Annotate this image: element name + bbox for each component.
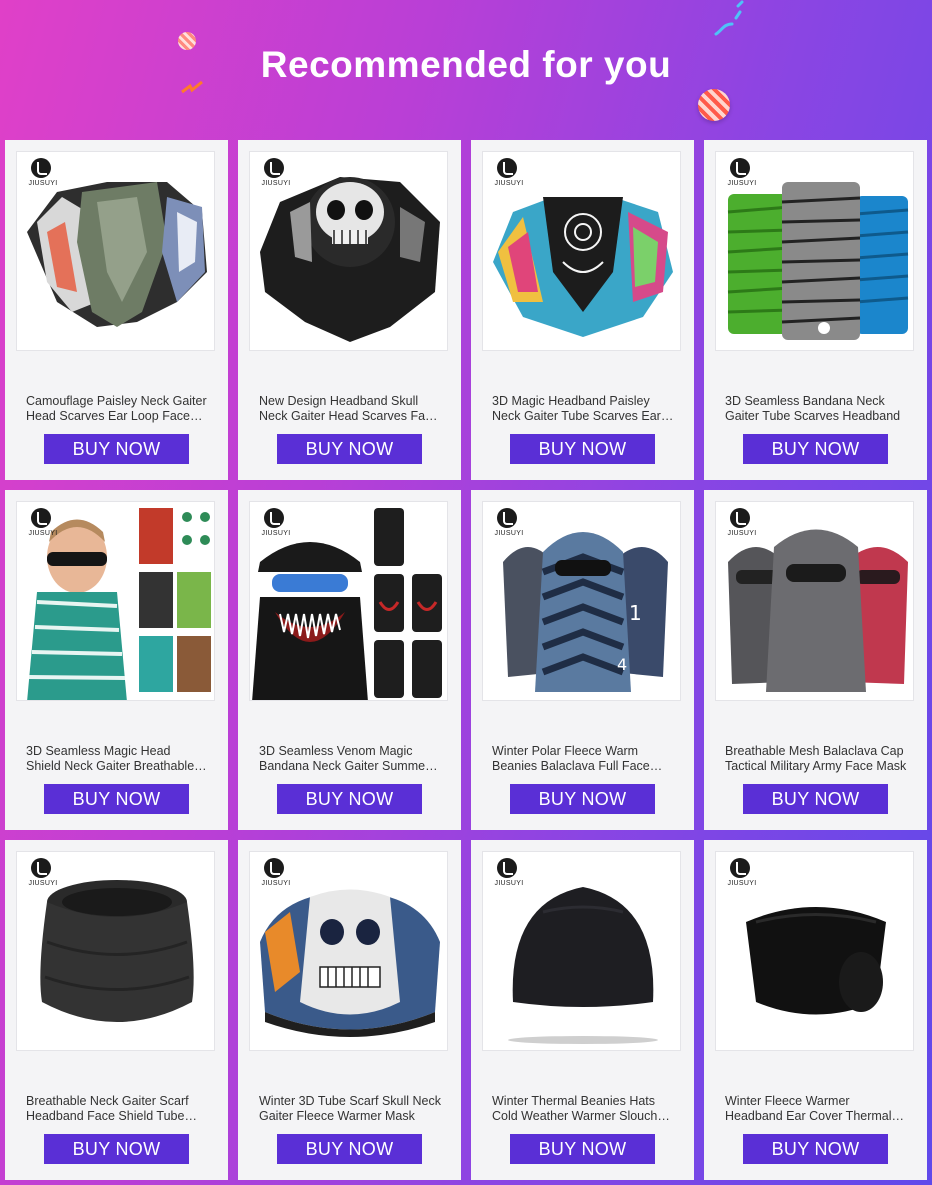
brand-logo: JIUSUYI <box>722 508 758 538</box>
brand-mark-icon <box>31 158 51 178</box>
brand-logo: JIUSUYI <box>722 158 758 188</box>
brand-logo: JIUSUYI <box>23 508 59 538</box>
buy-now-button[interactable]: BUY NOW <box>743 434 888 464</box>
decorative-ball-icon <box>698 89 730 121</box>
brand-logo: JIUSUYI <box>256 508 292 538</box>
product-name[interactable]: 3D Seamless Venom Magic Bandana Neck Gai… <box>259 744 441 774</box>
product-image[interactable]: JIUSUYI <box>482 151 681 351</box>
product-image[interactable]: JIUSUYI <box>249 151 448 351</box>
brand-name: JIUSUYI <box>261 180 291 187</box>
product-name[interactable]: Winter Thermal Beanies Hats Cold Weather… <box>492 1094 674 1124</box>
brand-mark-icon <box>264 508 284 528</box>
brand-mark-icon <box>730 158 750 178</box>
product-name[interactable]: Winter Polar Fleece Warm Beanies Balacla… <box>492 744 674 774</box>
brand-mark-icon <box>264 158 284 178</box>
brand-logo: JIUSUYI <box>256 858 292 888</box>
brand-mark-icon <box>264 858 284 878</box>
product-card[interactable]: JIUSUYI Winter 3D Tube Scarf Skull Neck G… <box>238 840 461 1180</box>
product-image[interactable]: JIUSUYI <box>249 501 448 701</box>
brand-name: JIUSUYI <box>494 880 524 887</box>
product-name[interactable]: 3D Magic Headband Paisley Neck Gaiter Tu… <box>492 394 674 424</box>
buy-now-button[interactable]: BUY NOW <box>277 1134 422 1164</box>
buy-now-button[interactable]: BUY NOW <box>743 784 888 814</box>
product-card[interactable]: JIUSUYI New Design Headband Skull Neck Ga… <box>238 140 461 480</box>
brand-name: JIUSUYI <box>28 180 58 187</box>
brand-name: JIUSUYI <box>727 180 757 187</box>
product-name[interactable]: 3D Seamless Bandana Neck Gaiter Tube Sca… <box>725 394 907 424</box>
product-image[interactable]: JIUSUYI <box>16 151 215 351</box>
product-name[interactable]: Breathable Neck Gaiter Scarf Headband Fa… <box>26 1094 208 1124</box>
brand-logo: JIUSUYI <box>489 508 525 538</box>
streamer-icon <box>714 0 744 36</box>
buy-now-button[interactable]: BUY NOW <box>510 784 655 814</box>
product-image[interactable]: JIUSUYI <box>482 851 681 1051</box>
product-card[interactable]: JIUSUYI 3D Seamless Magic Head Shield Nec… <box>5 490 228 830</box>
product-name[interactable]: Breathable Mesh Balaclava Cap Tactical M… <box>725 744 907 774</box>
product-image[interactable]: JIUSUYI <box>715 501 914 701</box>
product-name[interactable]: Camouflage Paisley Neck Gaiter Head Scar… <box>26 394 208 424</box>
product-image[interactable]: JIUSUYI <box>16 851 215 1051</box>
buy-now-button[interactable]: BUY NOW <box>44 434 189 464</box>
svg-text:4: 4 <box>617 655 627 674</box>
product-card[interactable]: JIUSUYI 3D Seamless Bandana Neck Gaiter T… <box>704 140 927 480</box>
product-name[interactable]: New Design Headband Skull Neck Gaiter He… <box>259 394 441 424</box>
buy-now-button[interactable]: BUY NOW <box>44 1134 189 1164</box>
product-card[interactable]: JIUSUYI Breathable Mesh Balaclava Cap Tac… <box>704 490 927 830</box>
brand-mark-icon <box>730 508 750 528</box>
buy-now-button[interactable]: BUY NOW <box>44 784 189 814</box>
product-card[interactable]: 1 4 JIUSUYI Winter Polar Fleece Warm Beani… <box>471 490 694 830</box>
brand-logo: JIUSUYI <box>722 858 758 888</box>
product-image[interactable]: JIUSUYI <box>249 851 448 1051</box>
product-card[interactable]: JIUSUYI 3D Magic Headband Paisley Neck Ga… <box>471 140 694 480</box>
brand-logo: JIUSUYI <box>489 158 525 188</box>
product-name[interactable]: 3D Seamless Magic Head Shield Neck Gaite… <box>26 744 208 774</box>
brand-mark-icon <box>31 508 51 528</box>
brand-logo: JIUSUYI <box>256 158 292 188</box>
svg-text:1: 1 <box>629 601 642 625</box>
brand-name: JIUSUYI <box>494 530 524 537</box>
product-name[interactable]: Winter 3D Tube Scarf Skull Neck Gaiter F… <box>259 1094 441 1124</box>
product-card[interactable]: JIUSUYI 3D Seamless Venom Magic Bandana N… <box>238 490 461 830</box>
brand-mark-icon <box>31 858 51 878</box>
buy-now-button[interactable]: BUY NOW <box>277 784 422 814</box>
product-image[interactable]: JIUSUYI <box>16 501 215 701</box>
buy-now-button[interactable]: BUY NOW <box>510 434 655 464</box>
product-name[interactable]: Winter Fleece Warmer Headband Ear Cover … <box>725 1094 907 1124</box>
brand-mark-icon <box>497 858 517 878</box>
brand-name: JIUSUYI <box>727 530 757 537</box>
brand-name: JIUSUYI <box>727 880 757 887</box>
page-header: Recommended for you <box>0 0 932 140</box>
brand-name: JIUSUYI <box>28 880 58 887</box>
buy-now-button[interactable]: BUY NOW <box>510 1134 655 1164</box>
brand-name: JIUSUYI <box>494 180 524 187</box>
product-card[interactable]: JIUSUYI Breathable Neck Gaiter Scarf Head… <box>5 840 228 1180</box>
page-title: Recommended for you <box>260 44 672 85</box>
brand-name: JIUSUYI <box>261 880 291 887</box>
brand-mark-icon <box>730 858 750 878</box>
brand-logo: JIUSUYI <box>23 858 59 888</box>
brand-logo: JIUSUYI <box>489 858 525 888</box>
brand-name: JIUSUYI <box>261 530 291 537</box>
product-image[interactable]: JIUSUYI <box>715 851 914 1051</box>
product-card[interactable]: JIUSUYI Winter Thermal Beanies Hats Cold … <box>471 840 694 1180</box>
product-card[interactable]: JIUSUYI Camouflage Paisley Neck Gaiter He… <box>5 140 228 480</box>
product-grid: JIUSUYI Camouflage Paisley Neck Gaiter He… <box>5 140 927 1185</box>
buy-now-button[interactable]: BUY NOW <box>277 434 422 464</box>
product-card[interactable]: JIUSUYI Winter Fleece Warmer Headband Ear… <box>704 840 927 1180</box>
product-image[interactable]: 1 4 JIUSUYI <box>482 501 681 701</box>
brand-mark-icon <box>497 158 517 178</box>
brand-mark-icon <box>497 508 517 528</box>
buy-now-button[interactable]: BUY NOW <box>743 1134 888 1164</box>
product-image[interactable]: JIUSUYI <box>715 151 914 351</box>
brand-name: JIUSUYI <box>28 530 58 537</box>
brand-logo: JIUSUYI <box>23 158 59 188</box>
